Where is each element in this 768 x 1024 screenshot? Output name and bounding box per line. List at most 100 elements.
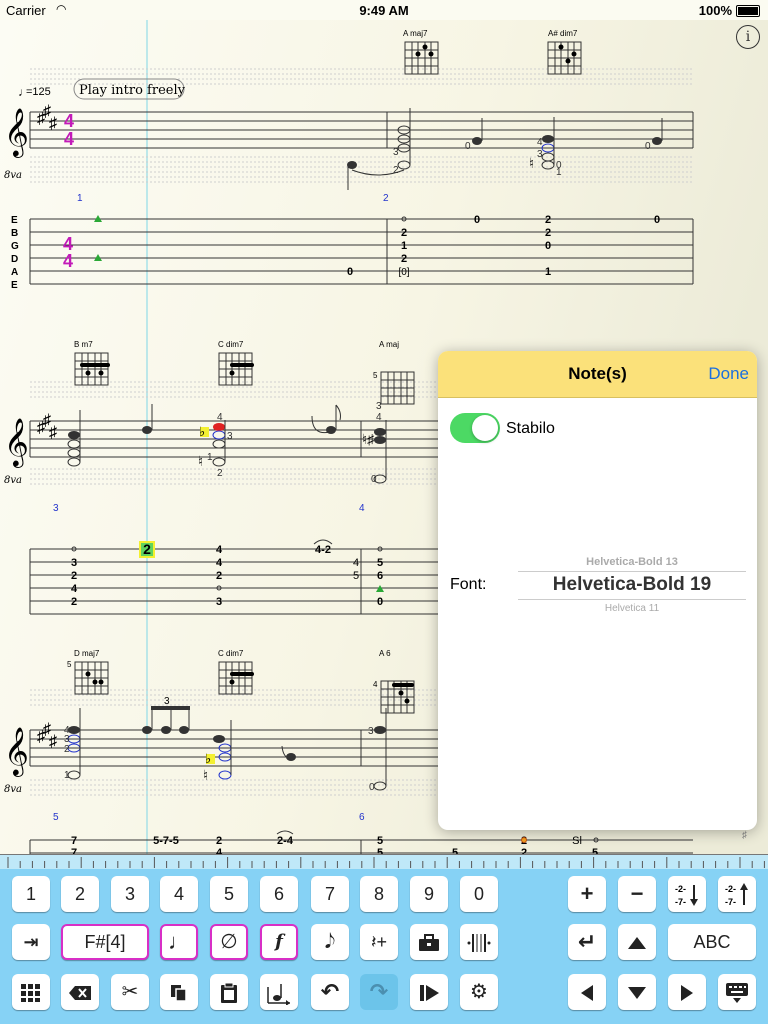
key-4[interactable]: 4 <box>160 876 198 912</box>
return-button[interactable]: ↵ <box>568 924 606 960</box>
battery-icon <box>736 5 760 17</box>
svg-text:-2-: -2- <box>725 884 736 894</box>
plus-button[interactable]: + <box>568 876 606 912</box>
tab-arrow-icon: ⇥ <box>23 932 39 952</box>
left-button[interactable] <box>568 974 606 1010</box>
key-2[interactable]: 2 <box>61 876 99 912</box>
svg-text:0: 0 <box>654 214 660 226</box>
font-option-below[interactable]: Helvetica 11 <box>518 603 746 614</box>
cut-button[interactable]: ✂ <box>111 974 149 1010</box>
redo-button[interactable]: ↷ <box>360 974 398 1010</box>
right-arrow-icon <box>681 985 693 1002</box>
note-name-button[interactable]: F#[4] <box>61 924 149 960</box>
note-move-icon <box>267 984 290 1007</box>
svg-text:2: 2 <box>71 570 77 582</box>
svg-text:4: 4 <box>216 544 223 556</box>
stabilo-toggle[interactable] <box>450 413 500 443</box>
svg-text:1: 1 <box>64 770 70 781</box>
tab-key[interactable]: ⇥ <box>12 924 50 960</box>
font-picker[interactable]: Helvetica-Bold 13 Helvetica-Bold 19 Helv… <box>518 551 746 621</box>
paste-button[interactable] <box>210 974 248 1010</box>
svg-text:5: 5 <box>452 847 458 854</box>
svg-text:♭: ♭ <box>199 424 205 439</box>
svg-text:6: 6 <box>377 570 383 582</box>
svg-text:3: 3 <box>537 149 543 160</box>
play-button[interactable] <box>410 974 448 1010</box>
note-move-button[interactable] <box>260 974 298 1010</box>
svg-text:1: 1 <box>401 240 407 252</box>
svg-text:2: 2 <box>401 227 407 239</box>
key-6[interactable]: 6 <box>260 876 298 912</box>
svg-text:4: 4 <box>373 680 378 689</box>
quarter-note-button[interactable]: ♩ <box>160 924 198 960</box>
svg-text:♯: ♯ <box>49 115 57 132</box>
custom-keyboard: 1 2 3 4 5 6 7 8 9 0 + − -2- -7- -2- -7- ⇥ … <box>0 869 768 1024</box>
barline-button[interactable] <box>460 924 498 960</box>
svg-text:7: 7 <box>71 835 77 847</box>
key-1[interactable]: 1 <box>12 876 50 912</box>
svg-text:A: A <box>11 267 18 278</box>
undo-button[interactable]: ↶ <box>311 974 349 1010</box>
fret-up-button[interactable]: -2- -7- <box>718 876 756 912</box>
intro-text[interactable]: Play intro freely <box>79 83 186 98</box>
grace-note-button[interactable]: 𝅘𝅥𝅮 <box>311 924 349 960</box>
svg-text:C dim7: C dim7 <box>218 649 244 658</box>
svg-text:0: 0 <box>371 474 377 485</box>
svg-text:2: 2 <box>401 253 407 265</box>
settings-button[interactable]: ⚙ <box>460 974 498 1010</box>
add-rest-button[interactable]: 𝄽+ <box>360 924 398 960</box>
svg-text:0: 0 <box>545 240 551 252</box>
svg-text:1: 1 <box>77 193 83 204</box>
down-button[interactable] <box>618 974 656 1010</box>
svg-text:Sl: Sl <box>572 835 582 847</box>
svg-text:2: 2 <box>393 165 399 176</box>
ruler-bar[interactable] <box>0 854 768 870</box>
empty-set-button[interactable]: ∅ <box>210 924 248 960</box>
svg-text:2: 2 <box>521 847 527 854</box>
stabilo-label: Stabilo <box>506 420 555 437</box>
return-icon: ↵ <box>577 929 597 954</box>
up-button[interactable] <box>618 924 656 960</box>
key-9[interactable]: 9 <box>410 876 448 912</box>
abc-button[interactable]: ABC <box>668 924 756 960</box>
font-option-above[interactable]: Helvetica-Bold 13 <box>518 556 746 568</box>
grid-button[interactable] <box>12 974 50 1010</box>
done-button[interactable]: Done <box>708 364 749 384</box>
dynamic-button[interactable]: f <box>260 924 298 960</box>
fret-down-button[interactable]: -2- -7- <box>668 876 706 912</box>
key-0[interactable]: 0 <box>460 876 498 912</box>
minus-button[interactable]: − <box>618 876 656 912</box>
svg-text:0: 0 <box>645 141 651 152</box>
svg-text:4: 4 <box>359 503 365 514</box>
svg-text:♮: ♮ <box>529 155 534 171</box>
key-8[interactable]: 8 <box>360 876 398 912</box>
svg-text:2: 2 <box>383 193 389 204</box>
svg-text:2: 2 <box>71 596 77 608</box>
svg-text:𝄞: 𝄞 <box>4 107 29 158</box>
svg-text:4: 4 <box>63 251 73 271</box>
svg-text:7: 7 <box>71 847 77 854</box>
svg-text:3: 3 <box>393 147 399 158</box>
svg-text:A maj7: A maj7 <box>403 29 428 38</box>
ottava-label: 8va <box>4 170 22 181</box>
font-option-selected[interactable]: Helvetica-Bold 19 <box>518 571 746 600</box>
svg-text:4: 4 <box>353 557 359 569</box>
right-button[interactable] <box>668 974 706 1010</box>
key-7[interactable]: 7 <box>311 876 349 912</box>
hide-keyboard-button[interactable] <box>718 974 756 1010</box>
delete-button[interactable] <box>61 974 99 1010</box>
copy-icon <box>171 985 187 1002</box>
svg-text:E: E <box>11 215 18 226</box>
svg-text:♯: ♯ <box>49 424 57 441</box>
status-bar: Carrier ◠ 9:49 AM 100% <box>0 0 768 20</box>
key-3[interactable]: 3 <box>111 876 149 912</box>
key-5[interactable]: 5 <box>210 876 248 912</box>
barline-icon <box>467 934 491 953</box>
svg-text:4: 4 <box>64 111 74 131</box>
copy-button[interactable] <box>160 974 198 1010</box>
svg-text:𝄞: 𝄞 <box>4 417 29 468</box>
quarter-note-icon: ♩ <box>168 929 190 954</box>
fret-down-icon: -2--7- <box>675 884 698 907</box>
info-button[interactable]: i <box>736 25 760 49</box>
toolbox-button[interactable] <box>410 924 448 960</box>
